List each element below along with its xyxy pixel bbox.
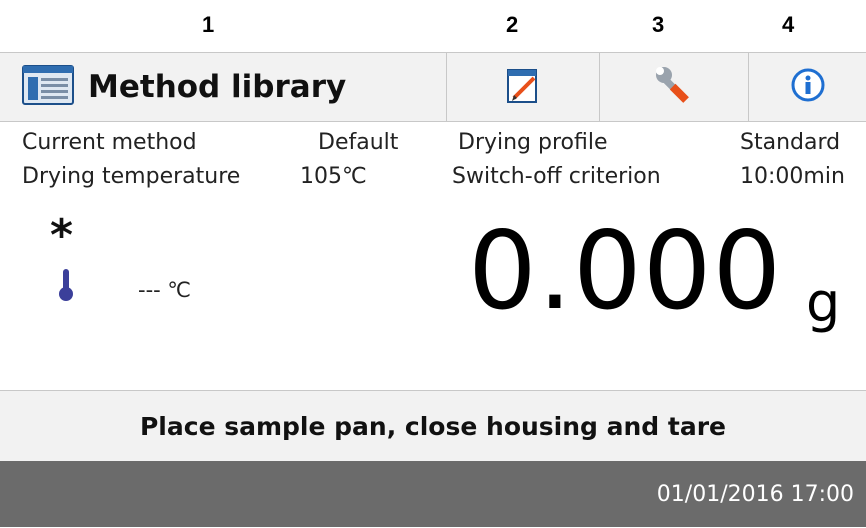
info-icon <box>790 67 826 107</box>
drying-temperature-label: Drying temperature <box>22 164 241 189</box>
current-method-label: Current method <box>22 130 197 155</box>
callout-2: 2 <box>506 12 519 37</box>
stability-indicator: * <box>50 210 74 261</box>
drying-temperature-value: 105℃ <box>300 164 367 189</box>
balance-screen: Method library Current method Default Dr… <box>0 52 866 528</box>
edit-method-button[interactable] <box>446 53 599 121</box>
callout-bar: 1 2 3 4 <box>0 0 866 52</box>
method-info-panel: Current method Default Drying profile St… <box>0 122 866 200</box>
callout-3: 3 <box>652 12 665 37</box>
edit-icon <box>506 66 540 108</box>
callout-1: 1 <box>202 12 215 37</box>
sample-temperature: --- ℃ <box>138 278 191 302</box>
weight-value: 0.000 <box>468 209 783 334</box>
info-button[interactable] <box>748 53 866 121</box>
current-method-value: Default <box>318 130 399 155</box>
footer-bar: 01/01/2016 17:00 <box>0 461 866 527</box>
weight-unit: g <box>806 271 841 334</box>
method-library-icon <box>22 65 74 109</box>
header-bar: Method library <box>0 53 866 122</box>
settings-button[interactable] <box>599 53 748 121</box>
drying-profile-label: Drying profile <box>458 130 608 155</box>
drying-profile-value: Standard <box>740 130 841 155</box>
switch-off-value: 10:00min <box>740 164 845 189</box>
instruction-bar: Place sample pan, close housing and tare <box>0 390 866 461</box>
weight-readout: * --- ℃ 0.000 g <box>0 200 866 390</box>
date-time: 01/01/2016 17:00 <box>656 481 854 507</box>
callout-4: 4 <box>782 12 795 37</box>
page-title: Method library <box>88 69 347 105</box>
thermometer-icon <box>58 268 74 306</box>
wrench-icon <box>654 66 694 108</box>
method-library-button[interactable]: Method library <box>0 53 446 121</box>
instruction-text: Place sample pan, close housing and tare <box>139 411 727 441</box>
switch-off-label: Switch-off criterion <box>452 164 661 189</box>
